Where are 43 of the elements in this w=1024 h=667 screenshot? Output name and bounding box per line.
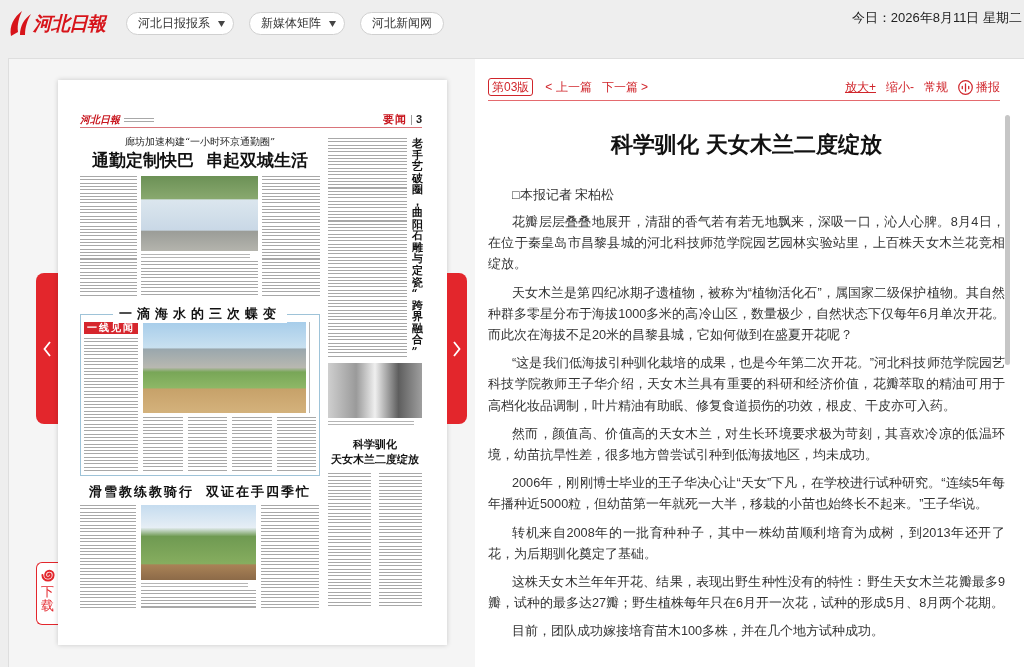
- broadcast-link[interactable]: 播报: [958, 78, 1000, 96]
- swoosh-icon: [8, 9, 32, 37]
- article-paragraph: 目前，团队成功嫁接培育苗木100多株，并在几个地方试种成功。: [511, 623, 886, 641]
- article-paragraph: 这株天女木兰年年开花、结果，表现出野生种性没有的特性：野生天女木兰花瓣最多9瓣，试种的最多达27瓣；野生植株每年只在6月开一次花，试种的形成5月、8月两个花期。: [488, 574, 1005, 613]
- prev-article-link[interactable]: < 上一篇: [545, 78, 592, 96]
- edition-tag[interactable]: 第03版: [488, 78, 534, 96]
- chevron-left-icon: [43, 340, 51, 357]
- headline: 一滴海水的三次蝶变: [113, 305, 287, 323]
- byline: □本报记者 宋柏松: [511, 187, 616, 204]
- font-size-link[interactable]: 放大+: [845, 78, 876, 96]
- date-text: 今日：2026年8月11日 星期二: [851, 10, 1023, 26]
- article-paragraph: 天女木兰是第四纪冰期孑遗植物，被称为“植物活化石”，属国家二级保护植物。其自然种群多零星分布于海拔1000多米的高冷山区，数量极少，自然状态下仅每年6月单次开花。而此次在海拔不足20米的昌黎县城，它如何做到在盛夏开花呢？: [488, 284, 1005, 344]
- headline: 科学驯化: [352, 437, 398, 453]
- font-size-link[interactable]: 缩小-: [886, 78, 914, 96]
- headline: 通勤定制快巴 串起双城生活: [91, 150, 309, 171]
- nav-button[interactable]: 河北新闻网: [360, 12, 444, 35]
- article-paragraph: 花瓣层层叠叠地展开，清甜的香气若有若无地飘来，深吸一口，沁人心脾。8月4日，在位于秦皇岛市昌黎县城的河北科技师范学院园艺园林实验站里，上百株天女木兰花竞相绽放。: [488, 214, 1005, 274]
- section-label: 要闻: [382, 113, 407, 126]
- chevron-right-icon: [453, 340, 461, 357]
- text-lines-drawing: [276, 417, 316, 472]
- dropdown-button[interactable]: 新媒体矩阵: [249, 12, 345, 35]
- article-paragraph: 2006年，刚刚博士毕业的王子华决心让“天女”下凡，在学校进行试种研究。“连续5年每年播种近5000粒，但幼苗第一年就死一大半，移栽的小苗也始终长不起来。”王子华说。: [488, 475, 1005, 514]
- column-tag: 一线见闻: [84, 322, 138, 334]
- kicker: 廊坊加速构建“一小时环京通勤圈”: [123, 136, 277, 148]
- scrollbar-thumb[interactable]: [1005, 115, 1010, 365]
- prev-page-button[interactable]: [36, 273, 58, 424]
- article-paragraph: “这是我们低海拔引种驯化栽培的成果，也是今年第二次开花。”河北科技师范学院园艺科技学院教师王子华介绍，天女木兰具有重要的科研和经济价值，花瓣萃取的精油可用于高档化妆品调制，叶片精油有助眠、修复食道损伤的功效，根皮、干皮亦可入药。: [488, 355, 1005, 415]
- article-title: 科学驯化 天女木兰二度绽放: [609, 131, 883, 159]
- font-size-link[interactable]: 常规: [924, 78, 948, 96]
- subheadline: 天女木兰二度绽放: [330, 452, 420, 468]
- site-logo: 河北日報: [33, 11, 105, 36]
- download-button[interactable]: 下载: [36, 562, 58, 625]
- next-article-link[interactable]: 下一篇 >: [601, 78, 649, 96]
- article-paragraph: 然而，颜值高、价值高的天女木兰，对生长环境要求极为苛刻，其喜欢冷凉的低温环境，幼苗抗旱性差，很多地方曾尝试引种到低海拔地区，均未成功。: [488, 425, 1005, 465]
- spiral-icon: [40, 568, 55, 582]
- audio-wave-icon: [958, 79, 973, 95]
- vertical-headline: 老手艺破圈，曲阳石雕与定瓷“跨界融合”: [411, 138, 422, 358]
- next-page-button[interactable]: [447, 273, 467, 424]
- page-number: 3: [415, 113, 422, 126]
- dropdown-button[interactable]: 河北日报报系: [126, 12, 234, 35]
- masthead-logo: 河北日報: [80, 114, 120, 126]
- article-paragraph: 转机来自2008年的一批育种种子，其中一株幼苗顺利培育为成树，到2013年还开了花，为后期驯化奠定了基础。: [488, 524, 1005, 563]
- headline: 滑雪教练教骑行 双证在手四季忙: [87, 484, 313, 500]
